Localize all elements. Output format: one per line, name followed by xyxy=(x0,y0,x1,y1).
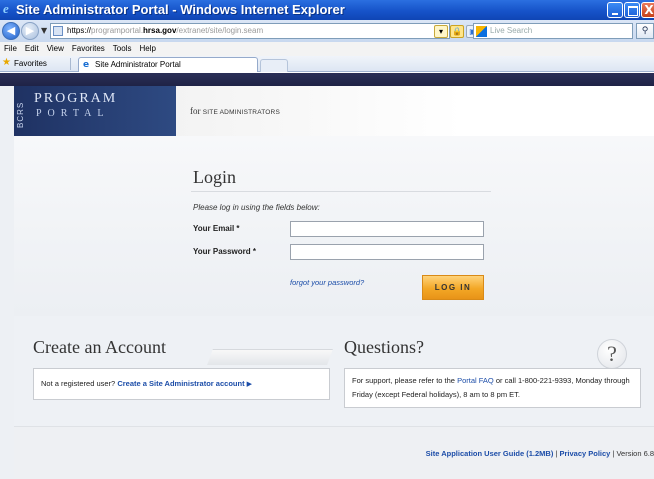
support-text: For support, please refer to the Portal … xyxy=(352,376,630,399)
password-label: Your Password * xyxy=(193,247,256,256)
new-tab-button[interactable] xyxy=(260,59,288,72)
paper-decoration xyxy=(207,349,333,365)
login-instructions: Please log in using the fields below: xyxy=(193,203,320,212)
login-divider xyxy=(191,191,491,192)
close-icon: X xyxy=(644,3,654,17)
maximize-button[interactable] xyxy=(624,2,640,18)
login-heading: Login xyxy=(193,167,236,187)
forward-button[interactable]: ▶ xyxy=(21,22,39,40)
minimize-button[interactable] xyxy=(607,2,623,18)
arrow-right-icon: ▶ xyxy=(246,381,253,388)
page-icon xyxy=(53,26,63,36)
header-subtitle: for SITE ADMINISTRATORS xyxy=(190,106,280,116)
create-account-link[interactable]: Create a Site Administrator account xyxy=(117,379,244,388)
dropdown-arrow-icon[interactable]: ▾ xyxy=(434,25,448,38)
menu-help[interactable]: Help xyxy=(139,42,155,56)
favorites-bar: ★ Favorites e Site Administrator Portal xyxy=(0,56,654,72)
top-stripe xyxy=(0,73,654,86)
menu-tools[interactable]: Tools xyxy=(113,42,132,56)
menu-bar: File Edit View Favorites Tools Help xyxy=(0,42,654,56)
address-toolbar: ◀ ▶ ▼ https://programportal.hrsa.gov/ext… xyxy=(0,20,654,42)
favorites-button[interactable]: Favorites xyxy=(14,56,47,71)
questions-box: For support, please refer to the Portal … xyxy=(344,368,641,408)
address-bar[interactable]: https://programportal.hrsa.gov/extranet/… xyxy=(50,23,512,39)
tab-site-admin-portal[interactable]: e Site Administrator Portal xyxy=(78,57,258,72)
program-portal-logo[interactable]: BCRS PROGRAM PORTAL xyxy=(14,86,176,136)
logo-portal: PORTAL xyxy=(36,108,110,119)
privacy-policy-link[interactable]: Privacy Policy xyxy=(559,449,610,458)
back-arrow-icon: ◀ xyxy=(6,24,16,37)
forgot-password-link[interactable]: forgot your password? xyxy=(290,278,364,287)
question-mark-icon: ? xyxy=(597,339,627,369)
lock-icon[interactable]: 🔒 xyxy=(450,25,464,38)
version-text: Version 6.8 xyxy=(616,449,654,458)
menu-view[interactable]: View xyxy=(47,42,64,56)
url-text: https://programportal.hrsa.gov/extranet/… xyxy=(67,26,264,35)
menu-edit[interactable]: Edit xyxy=(25,42,39,56)
menu-file[interactable]: File xyxy=(4,42,17,56)
questions-heading: Questions? xyxy=(344,337,424,357)
live-search-icon xyxy=(476,26,487,37)
logo-program: PROGRAM xyxy=(34,91,118,106)
create-account-text: Not a registered user? Create a Site Adm… xyxy=(41,379,253,388)
menu-favorites[interactable]: Favorites xyxy=(72,42,105,56)
email-label: Your Email * xyxy=(193,224,240,233)
window-title: Site Administrator Portal - Windows Inte… xyxy=(16,2,345,17)
search-button[interactable]: ⚲ xyxy=(636,23,654,39)
back-button[interactable]: ◀ xyxy=(2,22,20,40)
ie-logo-icon: e xyxy=(3,1,9,16)
tab-label: Site Administrator Portal xyxy=(95,60,181,69)
login-button[interactable]: LOG IN xyxy=(422,275,484,300)
create-account-box: Not a registered user? Create a Site Adm… xyxy=(33,368,330,400)
favorites-star-icon: ★ xyxy=(2,57,11,68)
search-input[interactable]: Live Search xyxy=(473,23,633,39)
window-titlebar: e Site Administrator Portal - Windows In… xyxy=(0,0,654,20)
page-content: BCRS PROGRAM PORTAL for SITE ADMINISTRAT… xyxy=(0,73,654,479)
recent-pages-dropdown[interactable]: ▼ xyxy=(41,26,47,36)
footer-links: Site Application User Guide (1.2MB) | Pr… xyxy=(425,449,654,458)
user-guide-link[interactable]: Site Application User Guide (1.2MB) xyxy=(426,449,554,458)
ie-page-icon: e xyxy=(83,60,90,70)
portal-faq-link[interactable]: Portal FAQ xyxy=(457,376,494,385)
close-button[interactable]: X xyxy=(641,2,654,18)
search-placeholder: Live Search xyxy=(490,26,533,35)
password-field[interactable] xyxy=(290,244,484,260)
search-icon: ⚲ xyxy=(641,26,649,36)
forward-arrow-icon: ▶ xyxy=(25,24,35,37)
logo-bcrs: BCRS xyxy=(16,101,25,128)
favbar-divider xyxy=(70,58,71,70)
create-account-heading: Create an Account xyxy=(33,337,166,357)
site-footer: Site Application User Guide (1.2MB) | Pr… xyxy=(14,426,654,479)
email-field[interactable] xyxy=(290,221,484,237)
left-margin xyxy=(0,86,14,479)
